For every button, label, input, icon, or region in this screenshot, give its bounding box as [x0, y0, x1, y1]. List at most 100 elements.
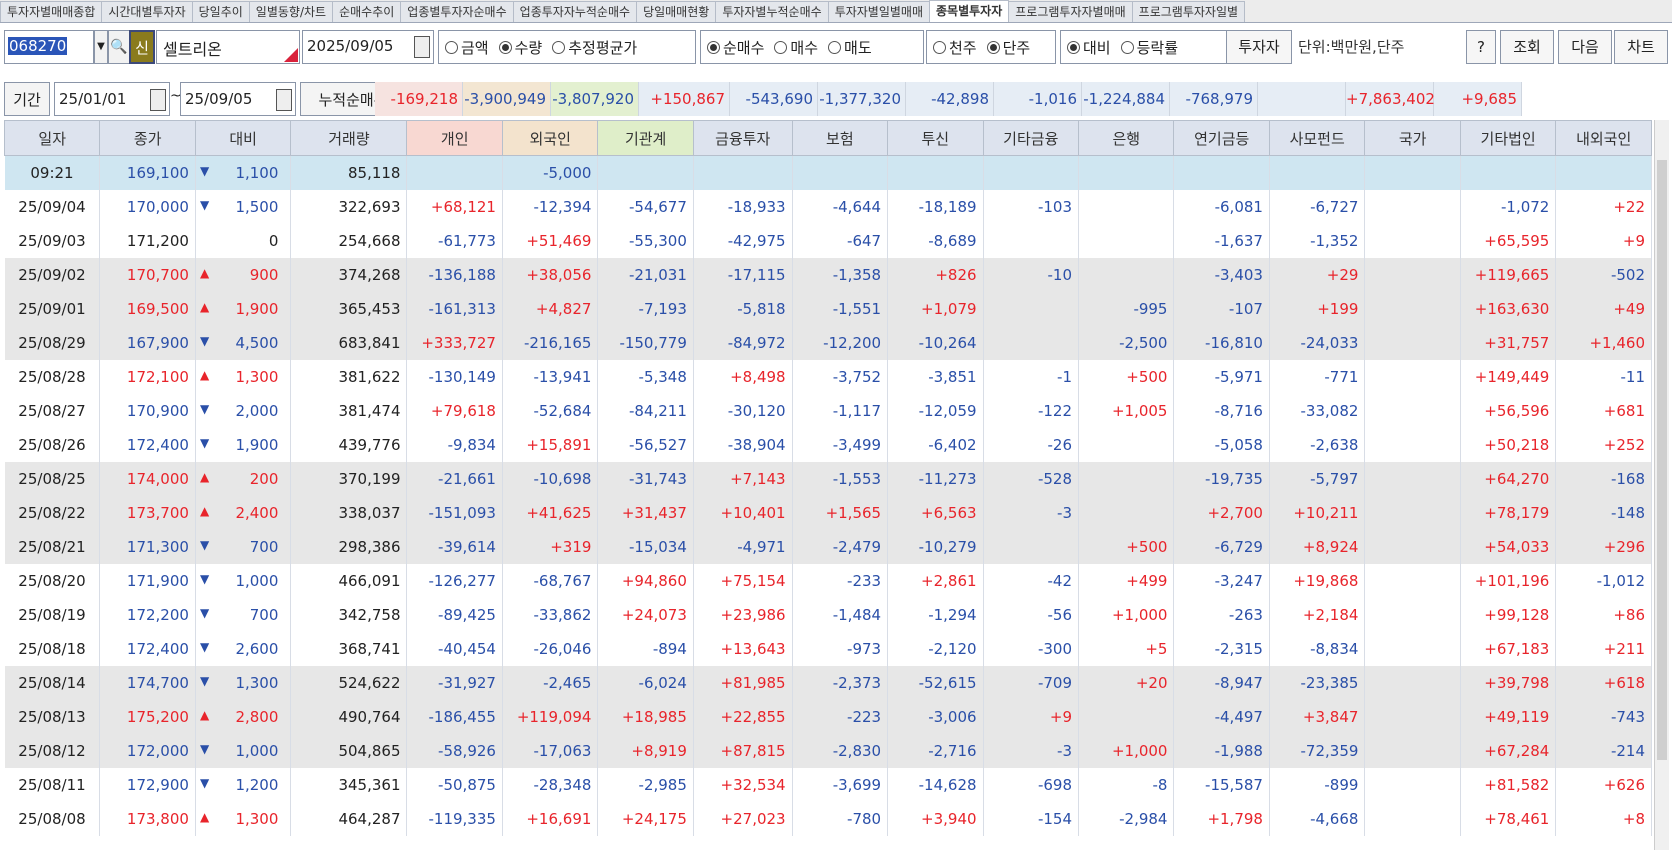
- table-row[interactable]: 25/08/25 174,000 ▲ 200 370,199 -21,661 -10,698…: [4, 462, 1652, 496]
- vertical-scrollbar[interactable]: [1654, 120, 1669, 850]
- cumulative-value: +7,863,402: [1346, 82, 1435, 116]
- tab-5[interactable]: 업종별투자자순매수: [400, 1, 514, 22]
- net-buy-cell: [1364, 768, 1461, 802]
- table-row[interactable]: 25/08/26 172,400 ▼ 1,900 439,776 -9,834 +15,89…: [4, 428, 1652, 462]
- net-buy-cell: +1,460: [1555, 326, 1652, 360]
- radio2-option-2[interactable]: 매도: [828, 37, 872, 58]
- table-row[interactable]: 25/09/03 171,200 0 254,668 -61,773 +51,469 -55…: [4, 224, 1652, 258]
- column-header[interactable]: 사모펀드: [1268, 120, 1366, 156]
- table-row[interactable]: 25/08/21 171,300 ▼ 700 298,386 -39,614 +319 -15…: [4, 530, 1652, 564]
- investor-button[interactable]: 투자자: [1226, 30, 1292, 64]
- table-row[interactable]: 25/09/04 170,000 ▼ 1,500 322,693 +68,121 -12,3…: [4, 190, 1652, 224]
- radio1-option-0[interactable]: 금액: [445, 37, 489, 58]
- stock-name-field[interactable]: 셀트리온: [156, 30, 300, 64]
- table-row[interactable]: 25/08/08 173,800 ▲ 1,300 464,287 -119,335 +16,…: [4, 802, 1652, 836]
- net-buy-cell: -8,689: [887, 224, 984, 258]
- chart-button[interactable]: 차트: [1614, 30, 1668, 64]
- calendar-icon[interactable]: [276, 89, 292, 111]
- column-header[interactable]: 보험: [791, 120, 889, 156]
- tab-8[interactable]: 투자자별누적순매수: [715, 1, 829, 22]
- date-input[interactable]: 2025/09/05: [302, 30, 434, 64]
- column-header[interactable]: 금융투자: [692, 120, 793, 156]
- net-buy-cell: -4,644: [792, 190, 889, 224]
- column-header[interactable]: 거래량: [290, 120, 408, 156]
- close-price-cell: 175,200: [99, 700, 196, 734]
- period-to-input[interactable]: 25/09/05: [180, 82, 296, 116]
- tab-11[interactable]: 프로그램투자자별매매: [1008, 1, 1133, 22]
- radio3-option-0[interactable]: 천주: [933, 37, 977, 58]
- net-buy-cell: [1364, 360, 1461, 394]
- table-row[interactable]: 25/08/12 172,000 ▼ 1,000 504,865 -58,926 -17,0…: [4, 734, 1652, 768]
- net-buy-cell: +626: [1555, 768, 1652, 802]
- query-button[interactable]: 조회: [1500, 30, 1554, 64]
- table-row[interactable]: 25/08/14 174,700 ▼ 1,300 524,622 -31,927 -2,46…: [4, 666, 1652, 700]
- tab-0[interactable]: 투자자별매매종합: [0, 1, 103, 22]
- volume-cell: 342,758: [290, 598, 408, 632]
- radio4-option-0[interactable]: 대비: [1067, 37, 1111, 58]
- column-header[interactable]: 기타법인: [1459, 120, 1557, 156]
- column-header[interactable]: 대비: [194, 120, 292, 156]
- tab-3[interactable]: 일별동향/차트: [248, 1, 334, 22]
- table-row[interactable]: 25/08/19 172,200 ▼ 700 342,758 -89,425 -33,862…: [4, 598, 1652, 632]
- table-row[interactable]: 25/08/27 170,900 ▼ 2,000 381,474 +79,618 -52,6…: [4, 394, 1652, 428]
- up-arrow-icon: ▲: [199, 470, 210, 484]
- tab-1[interactable]: 시간대별투자자: [101, 1, 193, 22]
- column-header[interactable]: 종가: [99, 120, 196, 156]
- radio2-option-1[interactable]: 매수: [774, 37, 818, 58]
- scrollbar-thumb[interactable]: [1657, 160, 1667, 760]
- column-header[interactable]: 연기금등: [1173, 120, 1270, 156]
- net-buy-cell: -154: [983, 802, 1080, 836]
- net-buy-cell: -58,926: [406, 734, 503, 768]
- table-row[interactable]: 09:21 169,100 ▼ 1,100 85,118 -5,000: [4, 155, 1652, 190]
- period-from-input[interactable]: 25/01/01: [54, 82, 170, 116]
- radio-label: 순매수: [723, 38, 765, 57]
- net-buy-cell: -52,684: [502, 394, 599, 428]
- next-button[interactable]: 다음: [1558, 30, 1612, 64]
- net-buy-cell: [1078, 462, 1175, 496]
- calendar-icon[interactable]: [414, 36, 430, 58]
- calendar-icon[interactable]: [150, 89, 166, 111]
- column-header[interactable]: 국가: [1364, 120, 1461, 156]
- table-row[interactable]: 25/08/13 175,200 ▲ 2,800 490,764 -186,455 +119…: [4, 700, 1652, 734]
- net-buy-cell: -6,727: [1269, 190, 1366, 224]
- net-buy-cell: -150,779: [597, 326, 694, 360]
- table-row[interactable]: 25/08/28 172,100 ▲ 1,300 381,622 -130,149 -13,…: [4, 360, 1652, 394]
- table-row[interactable]: 25/08/22 173,700 ▲ 2,400 338,037 -151,093 +41,…: [4, 496, 1652, 530]
- tab-10[interactable]: 종목별투자자: [929, 0, 1010, 22]
- search-icon[interactable]: 🔍: [108, 30, 130, 64]
- radio4-option-1[interactable]: 등락률: [1120, 37, 1178, 58]
- column-header[interactable]: 외국인: [501, 120, 599, 156]
- radio1-option-2[interactable]: 추정평균가: [552, 37, 637, 58]
- tab-6[interactable]: 업종투자자누적순매수: [512, 1, 638, 22]
- table-row[interactable]: 25/08/29 167,900 ▼ 4,500 683,841 +333,727 -216…: [4, 326, 1652, 360]
- net-buy-cell: -18,933: [693, 190, 793, 224]
- table-row[interactable]: 25/09/01 169,500 ▲ 1,900 365,453 -161,313 +4,8…: [4, 292, 1652, 326]
- tab-9[interactable]: 투자자별일별매매: [827, 1, 931, 22]
- tab-2[interactable]: 당일추이: [191, 1, 250, 22]
- radio1-option-1[interactable]: 수량: [498, 37, 542, 58]
- radio3-option-1[interactable]: 단주: [986, 37, 1030, 58]
- stock-code-input[interactable]: 068270: [4, 30, 94, 64]
- tab-12[interactable]: 프로그램투자자일별: [1131, 1, 1246, 22]
- help-button[interactable]: ?: [1466, 30, 1496, 64]
- table-row[interactable]: 25/08/11 172,900 ▼ 1,200 345,361 -50,875 -28,3…: [4, 768, 1652, 802]
- column-header[interactable]: 개인: [406, 120, 503, 156]
- tab-7[interactable]: 당일매매현황: [636, 1, 717, 22]
- table-row[interactable]: 25/08/18 172,400 ▼ 2,600 368,741 -40,454 -26,0…: [4, 632, 1652, 666]
- column-header[interactable]: 일자: [3, 120, 101, 156]
- new-badge-button[interactable]: 신: [129, 30, 155, 64]
- column-header[interactable]: 은행: [1078, 120, 1175, 156]
- table-row[interactable]: 25/08/20 171,900 ▼ 1,000 466,091 -126,277 -68,…: [4, 564, 1652, 598]
- table-row[interactable]: 25/09/02 170,700 ▲ 900 374,268 -136,188 +38,05…: [4, 258, 1652, 292]
- date-cell: 25/08/22: [4, 496, 101, 530]
- net-buy-cell: [887, 155, 984, 190]
- radio2-option-0[interactable]: 순매수: [707, 37, 764, 58]
- tab-4[interactable]: 순매수추이: [332, 1, 402, 22]
- net-buy-cell: +10,401: [693, 496, 793, 530]
- column-header[interactable]: 내외국인: [1555, 120, 1652, 156]
- column-header[interactable]: 기타금융: [982, 120, 1080, 156]
- code-dropdown-button[interactable]: ▼: [94, 30, 108, 64]
- column-header[interactable]: 기관계: [597, 120, 694, 156]
- cumulative-value: -1,224,884: [1082, 82, 1170, 116]
- column-header[interactable]: 투신: [887, 120, 984, 156]
